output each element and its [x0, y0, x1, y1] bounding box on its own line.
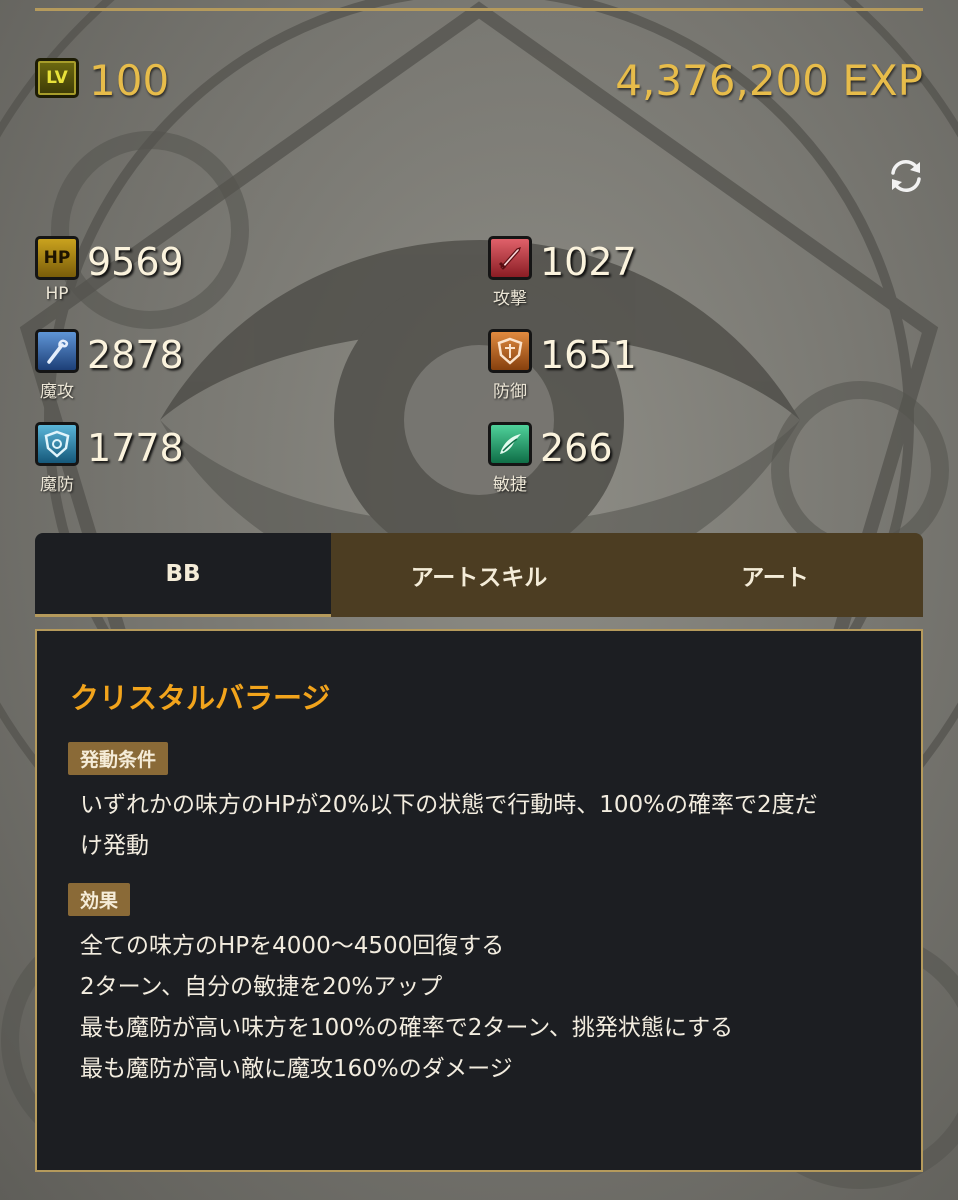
effect-badge: 効果	[68, 883, 131, 916]
stat-hp-label: HP	[45, 284, 69, 304]
level-row: LV 100 4,376,200 EXP	[35, 56, 923, 110]
condition-line: いずれかの味方のHPが20%以下の状態で行動時、100%の確率で2度だ	[80, 792, 818, 818]
effect-line: 最も魔防が高い敵に魔攻160%のダメージ	[80, 1056, 513, 1082]
stat-atk: 攻撃 1027	[488, 236, 788, 312]
stat-atk-label: 攻撃	[493, 289, 527, 309]
stat-atk-value: 1027	[540, 240, 637, 284]
tab-bb[interactable]: BB	[35, 533, 331, 617]
stat-mdef: 魔防 1778	[35, 422, 335, 498]
effect-line: 全ての味方のHPを4000〜4500回復する	[80, 933, 505, 959]
wing-icon	[488, 422, 532, 466]
refresh-icon[interactable]	[886, 156, 926, 196]
stat-mdef-label: 魔防	[40, 475, 74, 495]
effect-line: 最も魔防が高い味方を100%の確率で2ターン、挑発状態にする	[80, 1015, 734, 1041]
stat-matk-value: 2878	[87, 333, 184, 377]
level-value: 100	[89, 56, 170, 105]
stat-hp-value: 9569	[87, 240, 184, 284]
skill-name: クリスタルバラージ	[70, 681, 331, 715]
condition-line: け発動	[80, 833, 149, 859]
effect-line: 2ターン、自分の敏捷を20%アップ	[80, 974, 443, 1000]
tab-art-skill[interactable]: アートスキル	[331, 533, 627, 617]
level-icon: LV	[35, 58, 79, 98]
staff-icon	[35, 329, 79, 373]
sword-icon	[488, 236, 532, 280]
magic-shield-icon	[35, 422, 79, 466]
stat-matk: 魔攻 2878	[35, 329, 335, 405]
stat-def-label: 防御	[493, 382, 527, 402]
stat-agi-label: 敏捷	[493, 475, 527, 495]
stat-hp: HP HP 9569	[35, 236, 335, 312]
hp-icon: HP	[35, 236, 79, 280]
shield-icon	[488, 329, 532, 373]
condition-badge: 発動条件	[68, 742, 169, 775]
top-divider	[35, 8, 923, 11]
stat-matk-label: 魔攻	[40, 382, 74, 402]
stat-def-value: 1651	[540, 333, 637, 377]
stat-agi: 敏捷 266	[488, 422, 788, 498]
exp-value: 4,376,200 EXP	[615, 56, 923, 105]
skill-panel: クリスタルバラージ 発動条件 いずれかの味方のHPが20%以下の状態で行動時、1…	[35, 629, 923, 1172]
stat-def: 防御 1651	[488, 329, 788, 405]
stat-agi-value: 266	[540, 426, 613, 470]
stat-mdef-value: 1778	[87, 426, 184, 470]
tab-bar: BB アートスキル アート	[35, 533, 923, 617]
tab-art[interactable]: アート	[627, 533, 923, 617]
